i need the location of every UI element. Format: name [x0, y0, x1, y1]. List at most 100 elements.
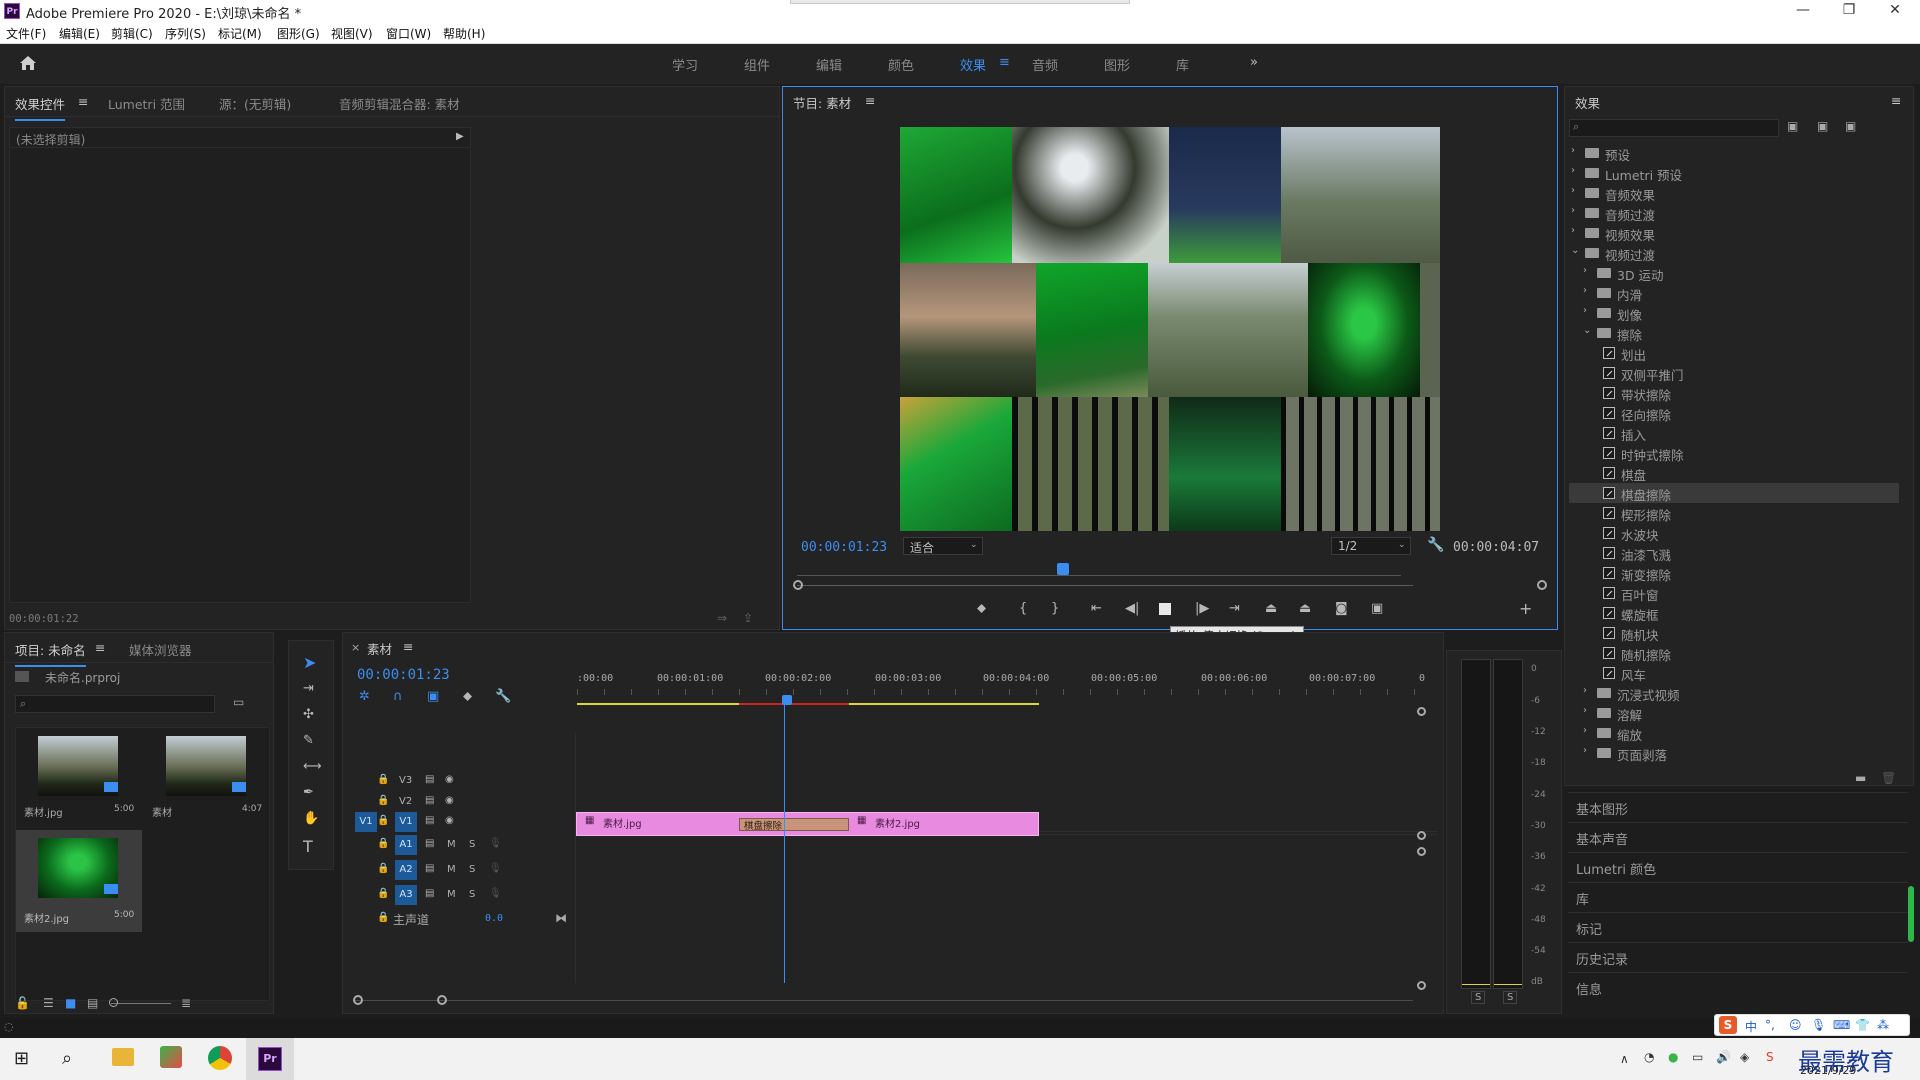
freeform-view-icon[interactable]: ▤ [87, 996, 98, 1010]
effects-tree-item[interactable]: 划出 [1569, 343, 1899, 363]
menu-window[interactable]: 窗口(W) [386, 25, 431, 42]
mic-icon[interactable]: 🎙 [489, 863, 502, 874]
workspace-graphics[interactable]: 图形 [1104, 55, 1130, 74]
chrome-icon[interactable] [208, 1046, 232, 1070]
workspace-editing[interactable]: 编辑 [816, 55, 842, 74]
effects-tree-folder[interactable]: › 3D 运动 [1569, 263, 1899, 283]
workspace-learn[interactable]: 学习 [672, 55, 698, 74]
list-view-icon[interactable]: ☰ [43, 996, 54, 1010]
add-button-icon[interactable]: + [1519, 599, 1532, 618]
lift-icon[interactable]: ⏏ [1265, 601, 1277, 616]
lock-icon[interactable]: 🔒 [377, 795, 389, 806]
project-menu-icon[interactable]: ≡ [95, 640, 105, 655]
effects-tree-item[interactable]: 插入 [1569, 423, 1899, 443]
vscroll-handle[interactable] [1417, 707, 1426, 716]
effects-tree-folder[interactable]: › 缩放 [1569, 723, 1899, 743]
sync-icon[interactable]: ▤ [425, 863, 434, 874]
effects-tree-item[interactable]: 双侧平推门 [1569, 363, 1899, 383]
sync-icon[interactable]: ▤ [425, 774, 434, 785]
tab-lumetri-scopes[interactable]: Lumetri 范围 [108, 94, 185, 113]
file-explorer-icon[interactable] [112, 1048, 134, 1066]
sync-icon[interactable]: ▤ [425, 795, 434, 806]
effects-tree-item[interactable]: 渐变擦除 [1569, 563, 1899, 583]
menu-marker[interactable]: 标记(M) [218, 25, 262, 42]
program-scrollbar[interactable] [797, 585, 1413, 586]
effects-tree-folder[interactable]: › 音频过渡 [1569, 203, 1899, 223]
go-to-in-icon[interactable]: ⇤ [1091, 601, 1102, 616]
chevron-right-icon[interactable]: › [1571, 225, 1575, 236]
play-stop-button[interactable] [1159, 603, 1171, 615]
sync-icon[interactable]: ▤ [425, 888, 434, 899]
lock-icon[interactable]: 🔒 [377, 888, 389, 899]
menu-view[interactable]: 视图(V) [331, 25, 373, 42]
camera-icon[interactable]: ◙ [1335, 601, 1348, 616]
tab-effect-controls[interactable]: 效果控件 [15, 94, 66, 121]
effects-tree-folder[interactable]: › 划像 [1569, 303, 1899, 323]
nest-icon[interactable]: ✲ [359, 689, 370, 704]
go-to-out-icon[interactable]: ⇥ [1229, 601, 1240, 616]
ripple-edit-tool-icon[interactable]: ✣ [303, 707, 314, 722]
chevron-right-icon[interactable]: › [1583, 685, 1587, 696]
effects-tree-item[interactable]: 水波块 [1569, 523, 1899, 543]
delete-icon[interactable]: 🗑 [1881, 771, 1896, 785]
mic-icon[interactable]: 🎙 [489, 838, 502, 849]
program-menu-icon[interactable]: ≡ [865, 93, 875, 108]
add-marker-icon[interactable]: ⬥ [463, 689, 472, 704]
effects-tree-item[interactable]: 径向擦除 [1569, 403, 1899, 423]
hscroll-handle-left[interactable] [353, 995, 363, 1005]
chevron-right-icon[interactable]: › [1571, 165, 1575, 176]
menu-help[interactable]: 帮助(H) [443, 25, 485, 42]
ime-menu-icon[interactable]: ⁂ [1877, 1018, 1889, 1032]
home-icon[interactable] [18, 54, 38, 75]
effects-tree-item[interactable]: 百叶窗 [1569, 583, 1899, 603]
accelerated-effects-icon[interactable]: ▣ [1787, 119, 1798, 133]
vscroll-handle[interactable] [1417, 831, 1426, 840]
zoom-slider-handle[interactable] [109, 998, 118, 1007]
sequence-tab[interactable]: 素材 [367, 639, 392, 658]
lock-icon[interactable]: 🔒 [377, 815, 389, 826]
effects-search-input[interactable]: ⌕ [1569, 119, 1779, 137]
expand-arrow-icon[interactable]: ▶ [456, 131, 464, 142]
chevron-right-icon[interactable]: › [1583, 725, 1587, 736]
panel-markers[interactable]: 标记 [1568, 912, 1908, 940]
solo-left-button[interactable]: S [1471, 991, 1486, 1004]
effects-tree-item[interactable]: 带状擦除 [1569, 383, 1899, 403]
mark-in-icon[interactable]: { [1019, 601, 1027, 616]
chevron-down-icon[interactable]: ⌄ [1571, 245, 1579, 256]
icon-view-icon[interactable]: ■ [65, 996, 76, 1010]
tab-audio-clip-mixer[interactable]: 音频剪辑混合器: 素材 [339, 94, 460, 113]
close-button[interactable]: ✕ [1872, 0, 1918, 22]
chevron-right-icon[interactable]: › [1571, 205, 1575, 216]
track-select-tool-icon[interactable]: ⇥ [303, 681, 314, 696]
effects-menu-icon[interactable]: ≡ [1891, 93, 1901, 108]
timeline-playhead-line[interactable] [784, 699, 785, 983]
extract-icon[interactable]: ⏏ [1299, 601, 1311, 616]
network-icon[interactable]: ▭ [1692, 1050, 1703, 1064]
clip-v1[interactable]: ▦ 素材.jpg ▦ 素材2.jpg 棋盘擦除 [576, 812, 1039, 836]
project-item[interactable]: 素材.jpg 5:00 [16, 728, 142, 828]
project-search-input[interactable]: ⌕ [15, 695, 215, 713]
step-forward-icon[interactable]: |▶ [1195, 601, 1209, 616]
effects-tree-item[interactable]: 楔形擦除 [1569, 503, 1899, 523]
workspace-more-icon[interactable]: » [1250, 55, 1258, 70]
scroll-handle-right[interactable] [1537, 580, 1547, 590]
compare-view-icon[interactable]: ▣ [1371, 601, 1383, 616]
add-marker-icon[interactable]: ⬥ [977, 601, 986, 616]
effects-tree-item[interactable]: 随机擦除 [1569, 643, 1899, 663]
windows-start-icon[interactable]: ⊞ [14, 1048, 29, 1069]
resolution-dropdown[interactable]: 1/2 ⌄ [1331, 537, 1411, 555]
app-icon[interactable] [160, 1046, 182, 1068]
menu-file[interactable]: 文件(F) [6, 25, 46, 42]
fit-dropdown[interactable]: 适合 ⌄ [903, 537, 983, 555]
effects-tree-folder[interactable]: › 沉浸式视频 [1569, 683, 1899, 703]
ime-punct-icon[interactable]: °, [1765, 1018, 1775, 1032]
effects-tree-item[interactable]: 风车 [1569, 663, 1899, 683]
eye-icon[interactable]: ◉ [445, 795, 454, 806]
workspace-effects[interactable]: 效果 [960, 55, 986, 74]
yuv-effects-icon[interactable]: ▣ [1845, 119, 1856, 133]
sync-icon[interactable]: ▤ [425, 838, 434, 849]
effects-tree-item[interactable]: 棋盘擦除 [1569, 483, 1899, 503]
lock-icon[interactable]: 🔒 [377, 774, 389, 785]
hand-tool-icon[interactable]: ✋ [303, 811, 319, 826]
ime-mode[interactable]: 中 [1745, 1018, 1757, 1035]
